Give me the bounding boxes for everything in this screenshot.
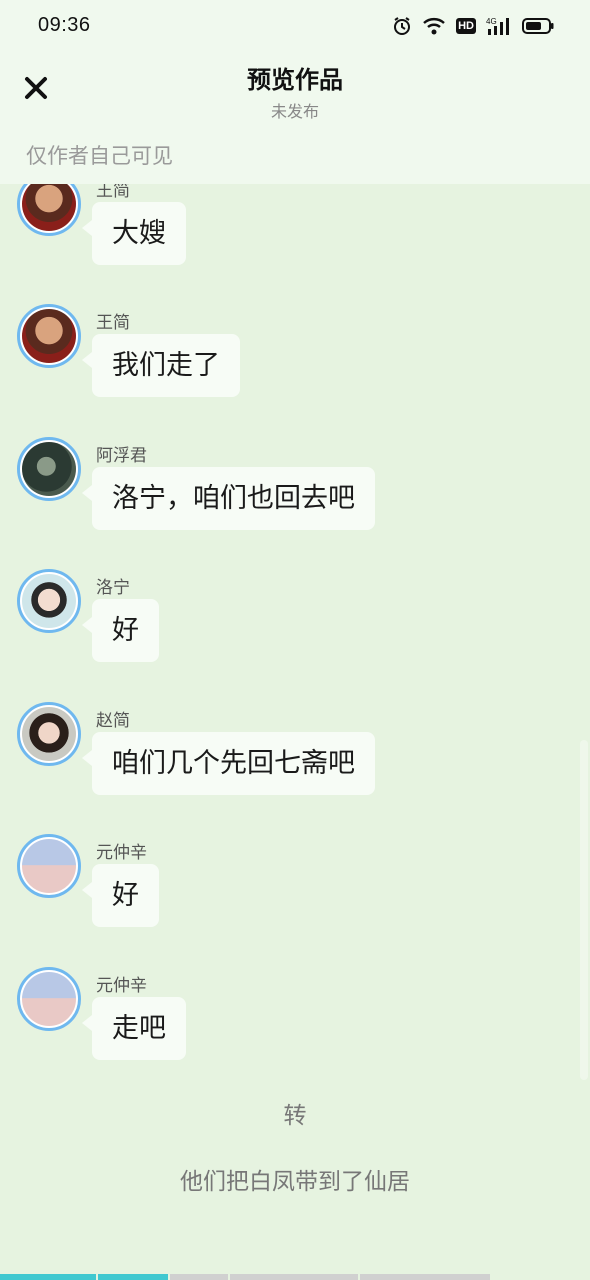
- 4g-signal-icon: 4G: [486, 16, 512, 36]
- chat-message: 元仲辛 走吧: [0, 967, 590, 1099]
- sender-name: 元仲辛: [96, 843, 147, 863]
- narration-text: 转: [283, 1103, 307, 1129]
- hd-icon: HD: [456, 18, 476, 34]
- avatar[interactable]: [17, 569, 81, 633]
- avatar[interactable]: [17, 967, 81, 1031]
- sender-name: 阿浮君: [96, 446, 147, 466]
- status-time: 09:36: [38, 14, 91, 36]
- visibility-note: 仅作者自己可见: [26, 144, 173, 168]
- progress-segment: [360, 1274, 490, 1280]
- chat-message: 王简 我们走了: [0, 304, 590, 436]
- sender-name: 王简: [96, 184, 130, 201]
- avatar[interactable]: [17, 702, 81, 766]
- top-bar: 09:36 HD 4G 预览作品 未发布 仅作者自己可见: [0, 0, 590, 184]
- narration-text: 他们把白凤带到了仙居: [180, 1169, 410, 1195]
- sender-name: 元仲辛: [96, 976, 147, 996]
- sender-name: 洛宁: [96, 578, 130, 598]
- sender-name: 赵简: [96, 711, 130, 731]
- chat-message: 王简 大嫂: [0, 184, 590, 304]
- message-bubble[interactable]: 好: [82, 599, 159, 662]
- avatar[interactable]: [17, 834, 81, 898]
- sender-name: 王简: [96, 313, 130, 333]
- message-bubble[interactable]: 走吧: [82, 997, 186, 1060]
- publish-status: 未发布: [270, 102, 319, 121]
- progress-segment: [0, 1274, 96, 1280]
- alarm-icon: [392, 16, 412, 36]
- chat-message: 洛宁 好: [0, 569, 590, 701]
- avatar[interactable]: [17, 184, 81, 236]
- chat-message: 阿浮君 洛宁，咱们也回去吧: [0, 437, 590, 569]
- progress-bar: [0, 1274, 590, 1280]
- page-title: 预览作品: [247, 66, 343, 94]
- hd-label: HD: [456, 18, 476, 34]
- chat-message: 元仲辛 好: [0, 834, 590, 966]
- message-bubble[interactable]: 大嫂: [82, 202, 186, 265]
- scrollbar[interactable]: [580, 740, 588, 1080]
- message-bubble[interactable]: 我们走了: [82, 334, 240, 397]
- progress-segment: [170, 1274, 228, 1280]
- status-icons: HD 4G: [392, 14, 554, 38]
- progress-segment: [98, 1274, 168, 1280]
- chat-message: 赵简 咱们几个先回七斋吧: [0, 702, 590, 834]
- progress-segment: [230, 1274, 358, 1280]
- avatar[interactable]: [17, 304, 81, 368]
- message-bubble[interactable]: 咱们几个先回七斋吧: [82, 732, 375, 795]
- status-bar: 09:36 HD 4G: [0, 0, 590, 52]
- wifi-icon: [422, 16, 446, 36]
- message-bubble[interactable]: 好: [82, 864, 159, 927]
- message-bubble[interactable]: 洛宁，咱们也回去吧: [82, 467, 375, 530]
- battery-icon: [522, 17, 554, 35]
- avatar[interactable]: [17, 437, 81, 501]
- svg-text:4G: 4G: [486, 17, 497, 26]
